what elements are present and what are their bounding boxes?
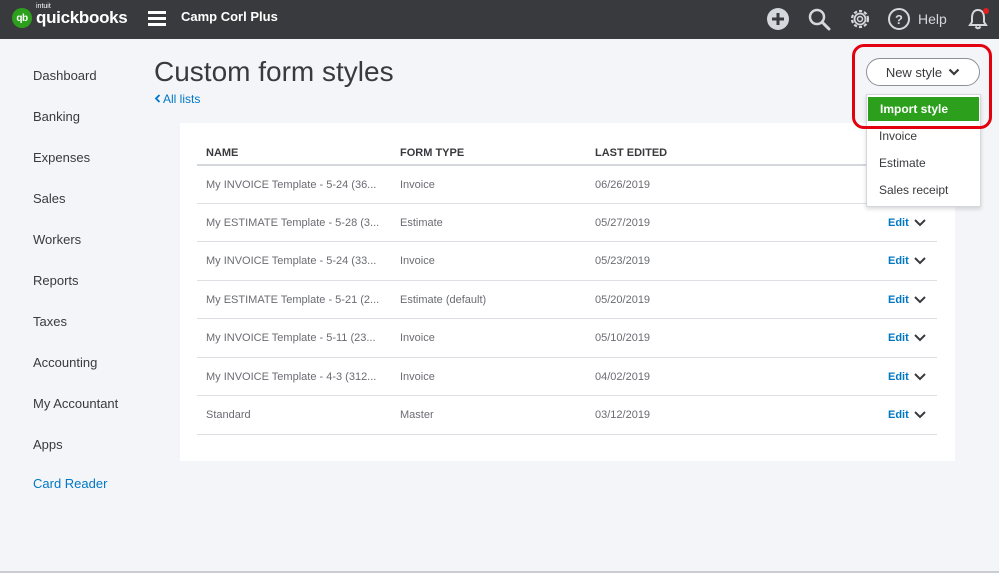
row-name: My INVOICE Template - 5-11 (23... — [206, 332, 376, 344]
logo-intuit-text: intuit — [36, 3, 51, 10]
chevron-down-icon[interactable] — [913, 372, 927, 382]
edit-link[interactable]: Edit — [888, 217, 909, 229]
row-last-edited: 05/10/2019 — [595, 332, 651, 344]
gear-icon[interactable] — [848, 7, 872, 31]
row-form-type: Invoice — [400, 179, 435, 191]
row-form-type: Estimate — [400, 217, 443, 229]
row-form-type: Invoice — [400, 332, 435, 344]
form-styles-card — [180, 123, 955, 461]
sidebar-item-expenses[interactable]: Expenses — [33, 150, 90, 165]
row-last-edited: 05/20/2019 — [595, 294, 651, 306]
row-last-edited: 03/12/2019 — [595, 409, 651, 421]
row-last-edited: 05/23/2019 — [595, 255, 651, 267]
row-form-type: Invoice — [400, 371, 435, 383]
sidebar-item-taxes[interactable]: Taxes — [33, 314, 67, 329]
header-divider — [197, 164, 937, 166]
edit-link[interactable]: Edit — [888, 371, 909, 383]
qb-logo-icon: qb — [12, 8, 32, 28]
sidebar-item-dashboard[interactable]: Dashboard — [33, 68, 97, 83]
row-last-edited: 05/27/2019 — [595, 217, 651, 229]
edit-link[interactable]: Edit — [888, 409, 909, 421]
menu-icon[interactable] — [148, 11, 166, 26]
help-label[interactable]: Help — [918, 11, 947, 27]
logo-wordmark: intuit quickbooks — [36, 3, 128, 28]
sidebar-item-apps[interactable]: Apps — [33, 437, 63, 452]
quickbooks-logo[interactable]: qb intuit quickbooks — [12, 3, 128, 28]
row-divider — [197, 357, 937, 358]
company-name: Camp Corl Plus — [181, 9, 278, 24]
sidebar-item-sales[interactable]: Sales — [33, 191, 66, 206]
sidebar-item-card-reader[interactable]: Card Reader — [33, 476, 107, 491]
column-header-form-type: FORM TYPE — [400, 147, 465, 159]
row-name: My ESTIMATE Template - 5-28 (3... — [206, 217, 380, 229]
all-lists-label: All lists — [163, 92, 201, 106]
row-divider — [197, 280, 937, 281]
row-last-edited: 06/26/2019 — [595, 179, 651, 191]
help-icon[interactable]: ? — [887, 7, 911, 31]
row-divider — [197, 434, 937, 435]
chevron-left-icon — [154, 94, 161, 103]
notification-dot — [983, 8, 989, 14]
sidebar: Dashboard Banking Expenses Sales Workers… — [0, 39, 150, 573]
row-divider — [197, 395, 937, 396]
highlight-box — [852, 44, 992, 129]
row-form-type: Master — [400, 409, 434, 421]
svg-text:?: ? — [895, 12, 903, 27]
edit-link[interactable]: Edit — [888, 294, 909, 306]
sales-receipt-option[interactable]: Sales receipt — [867, 177, 980, 203]
chevron-down-icon[interactable] — [913, 333, 927, 343]
sidebar-item-reports[interactable]: Reports — [33, 273, 79, 288]
row-divider — [197, 203, 937, 204]
chevron-down-icon[interactable] — [913, 256, 927, 266]
row-last-edited: 04/02/2019 — [595, 371, 651, 383]
row-divider — [197, 241, 937, 242]
column-header-name: NAME — [206, 147, 239, 159]
top-bar: qb intuit quickbooks Camp Corl Plus ? He… — [0, 0, 999, 39]
row-name: My INVOICE Template - 5-24 (36... — [206, 179, 377, 191]
row-name: My INVOICE Template - 4-3 (312... — [206, 371, 377, 383]
sidebar-item-my-accountant[interactable]: My Accountant — [33, 396, 118, 411]
edit-link[interactable]: Edit — [888, 255, 909, 267]
row-name: My ESTIMATE Template - 5-21 (2... — [206, 294, 380, 306]
all-lists-link[interactable]: All lists — [154, 92, 200, 106]
sidebar-item-banking[interactable]: Banking — [33, 109, 80, 124]
sidebar-item-workers[interactable]: Workers — [33, 232, 81, 247]
chevron-down-icon[interactable] — [913, 295, 927, 305]
page-title: Custom form styles — [154, 56, 394, 87]
row-divider — [197, 318, 937, 319]
row-name: Standard — [206, 409, 251, 421]
plus-icon[interactable] — [766, 7, 790, 31]
chevron-down-icon[interactable] — [913, 410, 927, 420]
column-header-last-edited: LAST EDITED — [595, 147, 668, 159]
logo-quickbooks-text: quickbooks — [36, 8, 128, 27]
sidebar-item-accounting[interactable]: Accounting — [33, 355, 97, 370]
row-form-type: Estimate (default) — [400, 294, 487, 306]
edit-link[interactable]: Edit — [888, 332, 909, 344]
search-icon[interactable] — [807, 7, 831, 31]
chevron-down-icon[interactable] — [913, 218, 927, 228]
estimate-option[interactable]: Estimate — [867, 150, 980, 176]
row-form-type: Invoice — [400, 255, 435, 267]
row-name: My INVOICE Template - 5-24 (33... — [206, 255, 377, 267]
